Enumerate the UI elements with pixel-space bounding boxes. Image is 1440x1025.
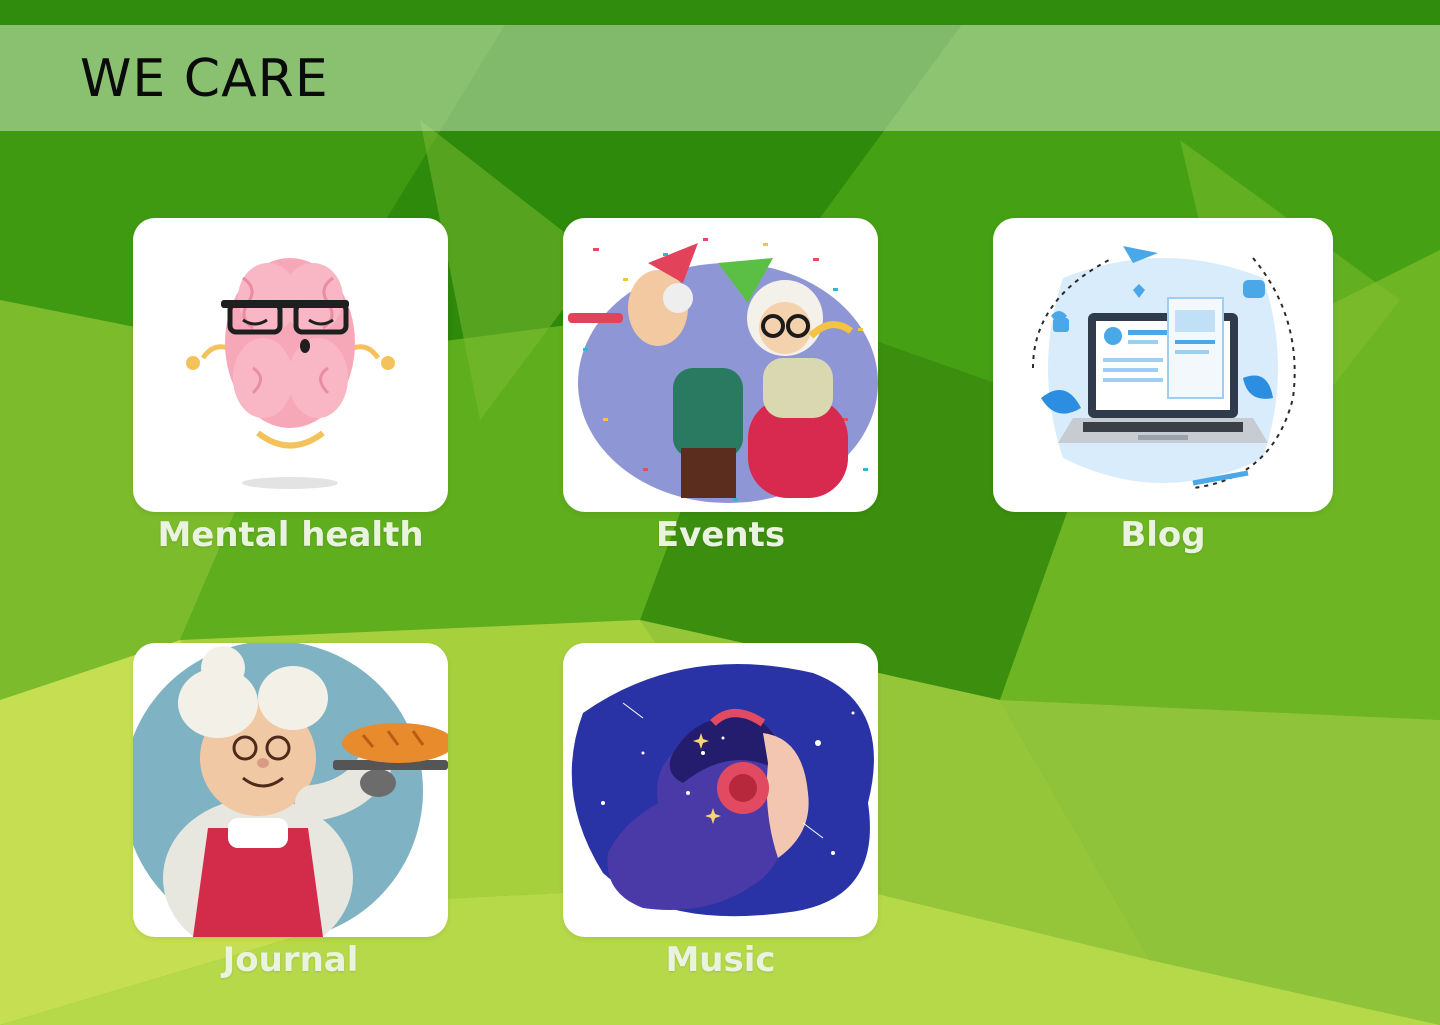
tile-card [563,218,878,512]
tile-card [993,218,1333,512]
tile-mental-health[interactable] [133,218,448,512]
laptop-blog-icon [1032,246,1296,489]
tile-label-mental-health[interactable]: Mental health [133,518,448,552]
tile-label-blog[interactable]: Blog [993,518,1333,552]
party-elderly-couple-icon [568,238,878,503]
tile-label-music[interactable]: Music [563,943,878,977]
tile-card [563,643,878,937]
headphones-galaxy-icon [571,664,874,917]
tile-card [133,643,448,937]
tile-label-events[interactable]: Events [563,518,878,552]
tile-blog[interactable] [993,218,1333,512]
app-header: WE CARE [0,25,1440,131]
grandma-baker-icon [133,643,448,937]
tile-journal[interactable] [133,643,448,937]
meditating-brain-icon [186,258,395,489]
tile-card [133,218,448,512]
tile-music[interactable] [563,643,878,937]
top-strip [0,0,1440,25]
tile-events[interactable] [563,218,878,512]
page-title: WE CARE [80,49,329,109]
tile-label-journal[interactable]: Journal [133,943,448,977]
